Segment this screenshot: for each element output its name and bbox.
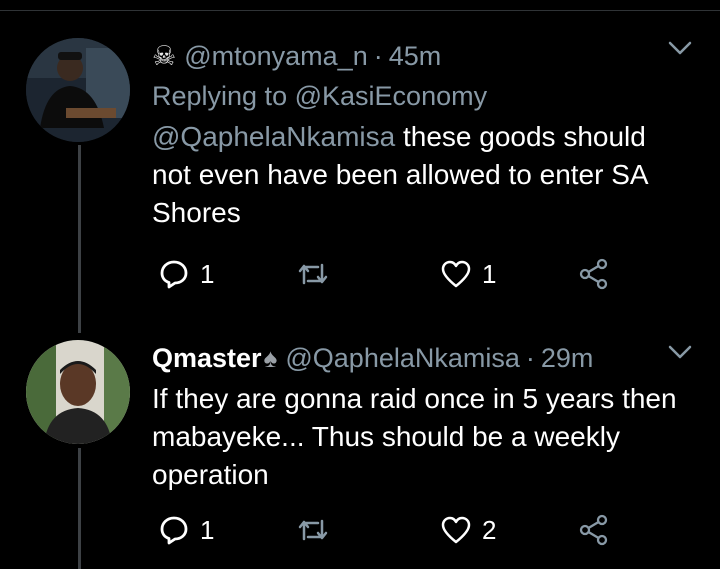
reply-icon xyxy=(160,516,188,545)
retweet-icon xyxy=(298,519,328,541)
mention-link[interactable]: @QaphelaNkamisa xyxy=(152,121,395,152)
replying-to-handle[interactable]: @KasiEconomy xyxy=(295,81,487,111)
share-icon xyxy=(579,258,608,290)
chevron-down-icon[interactable] xyxy=(667,342,693,362)
retweet-button[interactable] xyxy=(296,510,330,550)
separator-dot: · xyxy=(525,342,535,373)
avatar[interactable] xyxy=(26,340,130,444)
tweet-text: If they are gonna raid once in 5 years t… xyxy=(152,383,677,490)
spade-icon: ♠ xyxy=(263,342,278,373)
thread-line xyxy=(78,448,81,569)
replying-to-label: Replying to xyxy=(152,81,288,111)
like-button[interactable]: 2 xyxy=(440,510,496,550)
retweet-button[interactable] xyxy=(296,254,330,294)
replying-to: Replying to @KasiEconomy xyxy=(152,76,692,116)
user-handle[interactable]: @mtonyama_n xyxy=(184,41,368,72)
like-count: 2 xyxy=(482,514,497,545)
reply-button[interactable]: 1 xyxy=(158,254,214,294)
tweet-header: Qmaster ♠ @QaphelaNkamisa · 29m xyxy=(152,338,692,378)
tweet[interactable]: Qmaster ♠ @QaphelaNkamisa · 29m If they … xyxy=(152,338,692,494)
top-divider xyxy=(0,10,720,11)
thread-line xyxy=(78,145,81,333)
tweet-actions: 1 1 xyxy=(150,254,620,294)
user-handle[interactable]: @QaphelaNkamisa xyxy=(285,343,520,374)
share-button[interactable] xyxy=(578,254,610,294)
tweet-actions: 1 2 xyxy=(150,510,620,550)
tweet-time: 45m xyxy=(388,40,442,71)
tweet-text: @QaphelaNkamisa these goods should not e… xyxy=(152,118,692,232)
like-count: 1 xyxy=(482,258,497,289)
like-button[interactable]: 1 xyxy=(440,254,496,294)
tweet-header: ☠ @mtonyama_n · 45m xyxy=(152,36,692,76)
avatar[interactable] xyxy=(26,38,130,142)
reply-count: 1 xyxy=(200,258,215,289)
chevron-down-icon[interactable] xyxy=(667,38,693,58)
tweet-time: 29m xyxy=(540,342,594,373)
reply-count: 1 xyxy=(200,514,215,545)
heart-icon xyxy=(441,260,471,288)
tweet[interactable]: ☠ @mtonyama_n · 45m Replying to @KasiEco… xyxy=(152,36,692,232)
heart-icon xyxy=(441,516,471,544)
user-display-name[interactable]: Qmaster xyxy=(152,343,262,374)
separator-dot: · xyxy=(373,40,383,71)
reply-icon xyxy=(160,260,188,289)
share-icon xyxy=(579,514,608,546)
share-button[interactable] xyxy=(578,510,610,550)
skull-icon: ☠ xyxy=(152,40,177,71)
retweet-icon xyxy=(298,263,328,285)
reply-button[interactable]: 1 xyxy=(158,510,214,550)
